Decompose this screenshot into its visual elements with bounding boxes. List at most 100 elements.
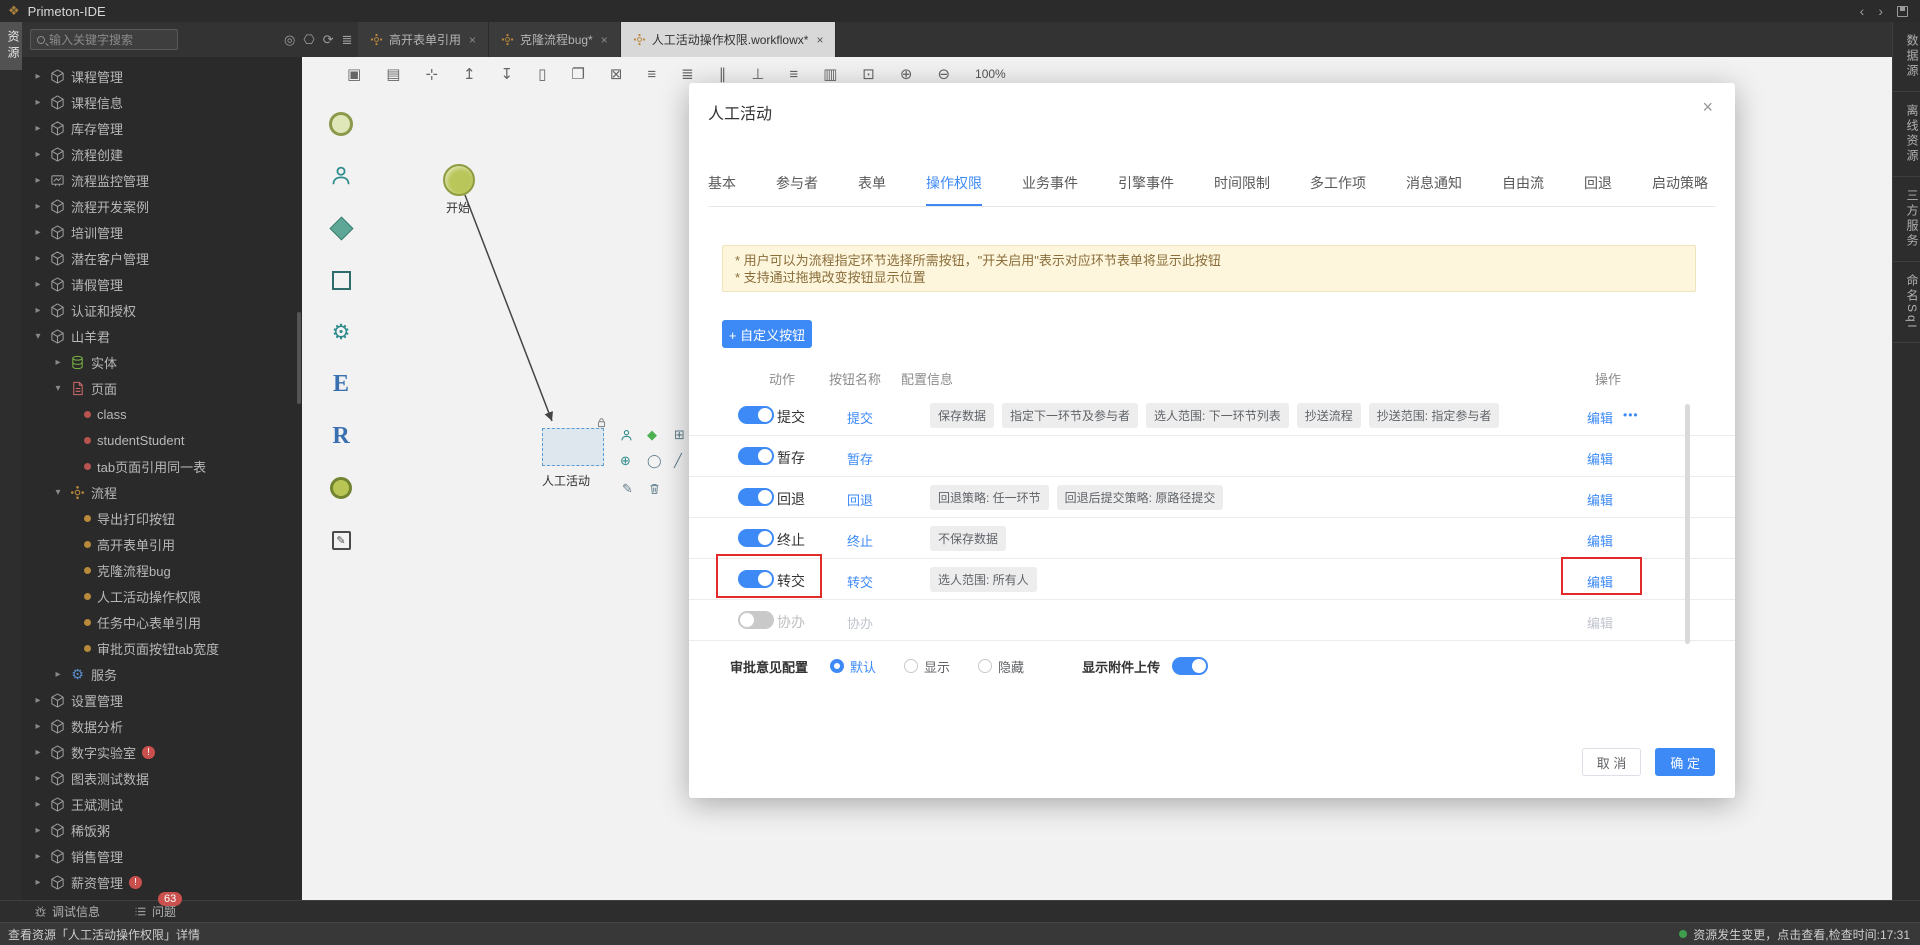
debug-info-item[interactable]: 调试信息: [34, 903, 100, 920]
rail-tab-datasource[interactable]: 数据源: [1893, 22, 1920, 92]
chevron-right-icon[interactable]: ▸: [52, 357, 64, 368]
chevron-right-icon[interactable]: ▸: [32, 123, 44, 134]
chevron-right-icon[interactable]: ▸: [32, 201, 44, 212]
tree-item[interactable]: class: [22, 401, 302, 427]
node-edit-icon[interactable]: ✎: [622, 481, 633, 497]
save-draft-toggle-on[interactable]: [738, 447, 774, 465]
zoom-in-icon[interactable]: ⊕: [900, 65, 913, 83]
chevron-down-icon[interactable]: ▾: [52, 383, 64, 394]
assist-toggle-off[interactable]: [738, 611, 774, 629]
tree-item[interactable]: ▸王斌测试: [22, 791, 302, 817]
justify-icon[interactable]: ≡: [789, 66, 798, 83]
radio-hide-label[interactable]: 隐藏: [998, 657, 1024, 676]
tree-item[interactable]: ▸培训管理: [22, 219, 302, 245]
history-back-icon[interactable]: ‹: [1860, 3, 1865, 19]
outline-icon[interactable]: ≣: [342, 32, 353, 48]
palette-rule-icon[interactable]: R: [326, 421, 356, 451]
tree-item[interactable]: tab页面引用同一表: [22, 453, 302, 479]
document-icon[interactable]: ▯: [538, 65, 546, 83]
edit-link[interactable]: 编辑: [1587, 490, 1613, 509]
tab-participants[interactable]: 参与者: [776, 173, 818, 206]
chevron-right-icon[interactable]: ▸: [32, 695, 44, 706]
edit-link[interactable]: 编辑: [1587, 408, 1613, 427]
palette-subprocess-icon[interactable]: [326, 265, 356, 295]
align-center-icon[interactable]: ≣: [681, 65, 694, 83]
radio-default-selected[interactable]: [830, 659, 844, 673]
tree-item[interactable]: ▸请假管理: [22, 271, 302, 297]
tree-item[interactable]: 审批页面按钮tab宽度: [22, 635, 302, 661]
chevron-down-icon[interactable]: ▾: [32, 331, 44, 342]
chevron-right-icon[interactable]: ▸: [32, 279, 44, 290]
tree-item[interactable]: ▸流程创建: [22, 141, 302, 167]
chevron-right-icon[interactable]: ▸: [32, 773, 44, 784]
tab-operation-permissions[interactable]: 操作权限: [926, 173, 982, 206]
close-icon[interactable]: ×: [1702, 97, 1713, 118]
more-actions-icon[interactable]: •••: [1623, 408, 1639, 422]
edit-link[interactable]: 编辑: [1587, 531, 1613, 550]
palette-start-node-icon[interactable]: [326, 109, 356, 139]
rollback-toggle-on[interactable]: [738, 488, 774, 506]
tree-item[interactable]: ▸图表测试数据: [22, 765, 302, 791]
ok-button[interactable]: 确 定: [1655, 748, 1715, 776]
refresh-icon[interactable]: ⟳: [323, 32, 334, 48]
chevron-right-icon[interactable]: ▸: [32, 747, 44, 758]
tab-form[interactable]: 表单: [858, 173, 886, 206]
transfer-toggle-on[interactable]: [738, 570, 774, 588]
fit-screen-icon[interactable]: ⊡: [862, 65, 875, 83]
tree-item[interactable]: 任务中心表单引用: [22, 609, 302, 635]
status-right[interactable]: 资源发生变更，点击查看,检查时间:17:31: [1679, 926, 1910, 943]
edit-link[interactable]: 编辑: [1587, 449, 1613, 468]
tab-start-strategy[interactable]: 启动策略: [1652, 173, 1708, 206]
attachment-upload-toggle-on[interactable]: [1172, 657, 1208, 675]
rail-tab-named-sql[interactable]: 命名Sql: [1893, 262, 1920, 343]
tree-item[interactable]: ▸稀饭粥: [22, 817, 302, 843]
tab-rollback[interactable]: 回退: [1584, 173, 1612, 206]
search-input[interactable]: [49, 33, 167, 47]
file-tab[interactable]: 克隆流程bug* ×: [489, 22, 621, 57]
node-participant-icon[interactable]: [620, 429, 633, 442]
tree-item[interactable]: ▸数据分析: [22, 713, 302, 739]
tree-item[interactable]: ▸课程信息: [22, 89, 302, 115]
tree-item[interactable]: studentStudent: [22, 427, 302, 453]
tree-item[interactable]: 高开表单引用: [22, 531, 302, 557]
file-tab-active[interactable]: 人工活动操作权限.workflowx* ×: [621, 22, 837, 57]
node-circle-icon[interactable]: ◯: [647, 453, 662, 469]
align-left-icon[interactable]: ≡: [647, 66, 656, 83]
file-tab[interactable]: 高开表单引用 ×: [358, 22, 489, 57]
tree-item[interactable]: ▸数字实验室!: [22, 739, 302, 765]
delete-icon[interactable]: ⊠: [610, 65, 623, 83]
chevron-right-icon[interactable]: ▸: [32, 175, 44, 186]
button-name-link[interactable]: 提交: [847, 408, 873, 427]
zoom-out-icon[interactable]: ⊖: [937, 65, 950, 83]
export-icon[interactable]: ↥: [463, 65, 476, 83]
tree-item[interactable]: 人工活动操作权限: [22, 583, 302, 609]
tree-item[interactable]: ▸认证和授权: [22, 297, 302, 323]
tab-multi-workitem[interactable]: 多工作项: [1310, 173, 1366, 206]
tree-item[interactable]: ▸课程管理: [22, 63, 302, 89]
pan-hand-icon[interactable]: ⊹: [425, 65, 438, 83]
palette-automatic-activity-icon[interactable]: ⚙: [326, 317, 356, 347]
chevron-right-icon[interactable]: ▸: [32, 877, 44, 888]
tree-item[interactable]: ▸库存管理: [22, 115, 302, 141]
clipboard-icon[interactable]: ▤: [386, 65, 400, 83]
close-tab-icon[interactable]: ×: [816, 33, 823, 47]
chevron-down-icon[interactable]: ▾: [52, 487, 64, 498]
chevron-right-icon[interactable]: ▸: [32, 305, 44, 316]
download-icon[interactable]: ↧: [501, 65, 514, 83]
rail-tab-resources[interactable]: 资源: [0, 22, 22, 70]
chevron-right-icon[interactable]: ▸: [32, 825, 44, 836]
button-name-link[interactable]: 暂存: [847, 449, 873, 468]
copy-document-icon[interactable]: ❐: [571, 65, 584, 83]
ai-target-icon[interactable]: ◎: [284, 32, 295, 48]
tab-business-events[interactable]: 业务事件: [1022, 173, 1078, 206]
tree-item[interactable]: ▾流程: [22, 479, 302, 505]
start-node[interactable]: [443, 164, 475, 196]
hexagon-icon[interactable]: ⎔: [303, 32, 314, 48]
button-name-link[interactable]: 回退: [847, 490, 873, 509]
radio-hide[interactable]: [978, 659, 992, 673]
tree-item[interactable]: ▸潜在客户管理: [22, 245, 302, 271]
tab-time-limit[interactable]: 时间限制: [1214, 173, 1270, 206]
chevron-right-icon[interactable]: ▸: [32, 721, 44, 732]
distribute-icon[interactable]: ∥: [719, 65, 727, 83]
tree-item[interactable]: ▾页面: [22, 375, 302, 401]
